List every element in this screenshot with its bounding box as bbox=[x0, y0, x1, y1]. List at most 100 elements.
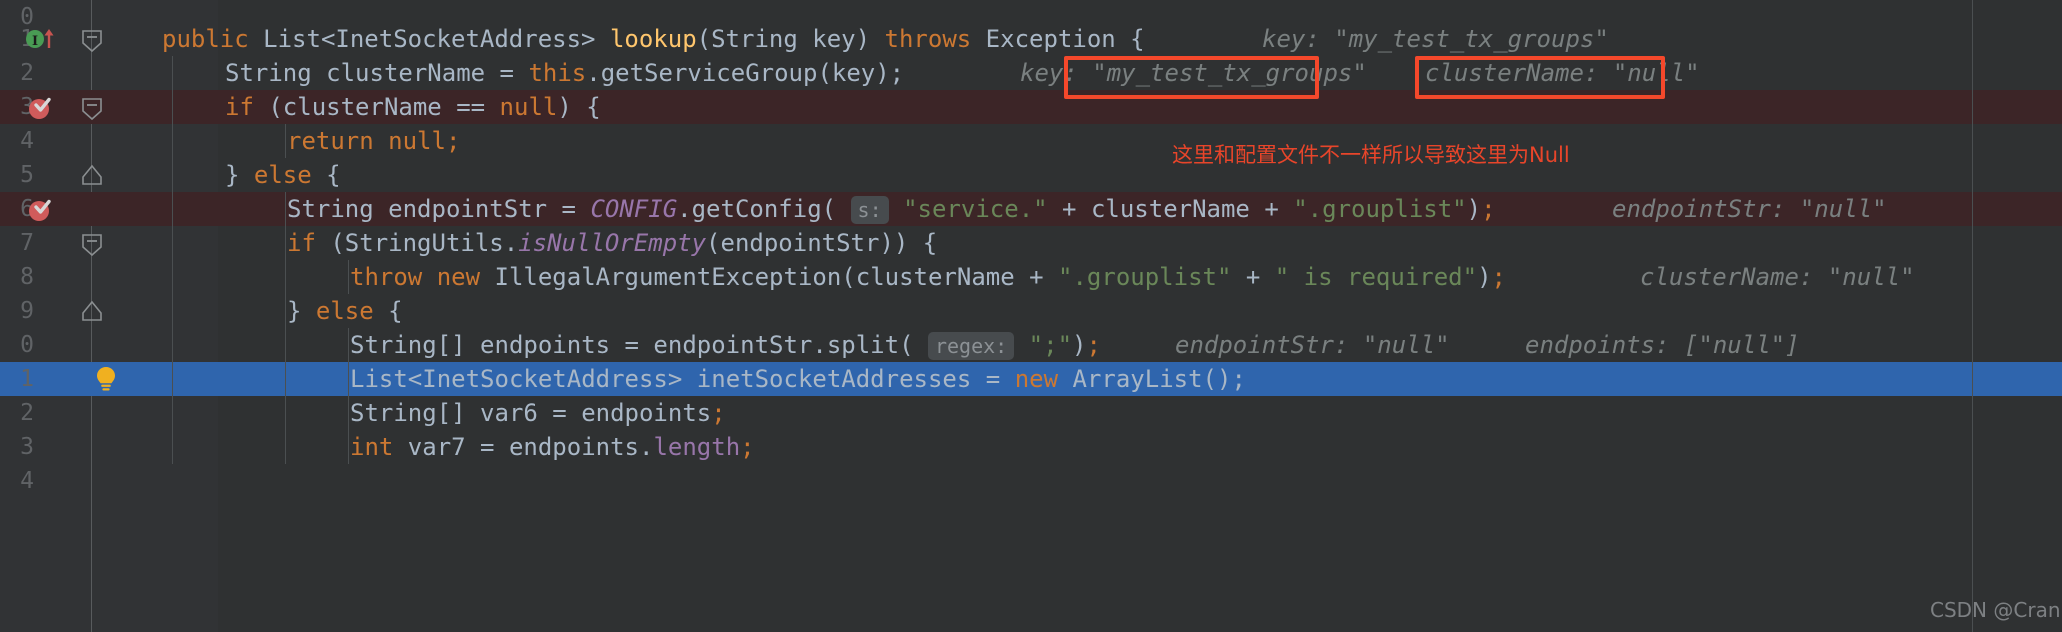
code-line[interactable]: 9 } else { bbox=[0, 294, 2062, 328]
code-text[interactable]: if (clusterName == null) { bbox=[225, 90, 601, 124]
code-line[interactable]: 1Ipublic List<InetSocketAddress> lookup(… bbox=[0, 22, 2062, 56]
indent-guide bbox=[285, 226, 286, 260]
code-token: Exception { bbox=[971, 25, 1145, 53]
code-line[interactable]: 3 if (clusterName == null) { bbox=[0, 90, 2062, 124]
inline-hint-value: "my_test_tx_groups" bbox=[1334, 25, 1609, 53]
code-line-background bbox=[0, 464, 2062, 498]
code-token: ; bbox=[445, 127, 461, 155]
code-token: (endpointStr)) { bbox=[706, 229, 938, 257]
code-token: List<InetSocketAddress> bbox=[263, 25, 596, 53]
implements-method-icon[interactable]: I bbox=[24, 22, 58, 56]
line-number: 1 bbox=[20, 366, 34, 392]
inline-hint-name: endpointStr: bbox=[1175, 331, 1349, 359]
code-text[interactable]: String[] var6 = endpoints; bbox=[350, 396, 726, 430]
code-token: key) bbox=[797, 25, 885, 53]
indent-guide bbox=[172, 158, 173, 192]
code-token: "service." bbox=[903, 195, 1048, 223]
code-token: throws bbox=[884, 25, 972, 53]
code-line[interactable]: 3 int var7 = endpoints.length; bbox=[0, 430, 2062, 464]
code-token: new bbox=[436, 263, 481, 291]
svg-text:I: I bbox=[32, 34, 38, 49]
code-line[interactable]: 5} else { bbox=[0, 158, 2062, 192]
code-line-background bbox=[0, 430, 2062, 464]
code-token: clusterName = bbox=[311, 59, 529, 87]
code-text[interactable]: public List<InetSocketAddress> lookup(St… bbox=[162, 22, 1145, 56]
code-token: endpointStr = bbox=[373, 195, 591, 223]
code-token: ";" bbox=[1028, 331, 1073, 359]
line-number: 7 bbox=[20, 230, 34, 256]
code-text[interactable]: String endpointStr = CONFIG.getConfig( s… bbox=[287, 192, 1496, 226]
code-text[interactable]: String clusterName = this.getServiceGrou… bbox=[225, 56, 904, 90]
code-line[interactable]: 8 throw new IllegalArgumentException(clus… bbox=[0, 260, 2062, 294]
indent-guide bbox=[285, 430, 286, 464]
code-text[interactable]: int var7 = endpoints.length; bbox=[350, 430, 755, 464]
indent-guide bbox=[285, 192, 286, 226]
inline-hint-value: "null" bbox=[1612, 59, 1700, 87]
code-line[interactable]: 2 String clusterName = this.getServiceGro… bbox=[0, 56, 2062, 90]
code-token: .getServiceGroup(key); bbox=[586, 59, 905, 87]
code-line[interactable]: 4 bbox=[0, 464, 2062, 498]
indent-guide bbox=[172, 328, 173, 362]
code-token: { bbox=[373, 297, 403, 325]
code-token: isNullOrEmpty bbox=[518, 229, 707, 257]
code-token: ; bbox=[740, 433, 755, 461]
inline-hint-name: endpoints: bbox=[1525, 331, 1670, 359]
inline-parameter-hint: clusterName: "null" bbox=[1425, 56, 1700, 90]
breakpoint-verified-icon[interactable] bbox=[24, 192, 58, 226]
code-text[interactable]: String[] endpoints = endpointStr.split( … bbox=[350, 328, 1101, 362]
inline-hint-value: ["null"] bbox=[1683, 331, 1800, 359]
indent-guide bbox=[285, 294, 286, 328]
code-token: null bbox=[499, 93, 558, 121]
indent-guide bbox=[172, 56, 173, 90]
inline-hint-name: clusterName: bbox=[1640, 263, 1814, 291]
code-token: int bbox=[350, 433, 394, 461]
code-token: ; bbox=[1481, 195, 1496, 223]
code-token: { bbox=[311, 161, 341, 189]
indent-guide bbox=[348, 430, 349, 464]
indent-guide bbox=[172, 260, 173, 294]
code-text[interactable]: if (StringUtils.isNullOrEmpty(endpointSt… bbox=[287, 226, 937, 260]
indent-guide bbox=[172, 294, 173, 328]
fold-region-end-icon[interactable] bbox=[79, 294, 105, 328]
code-token: (clusterName == bbox=[253, 93, 500, 121]
code-token: " is required" bbox=[1274, 263, 1478, 291]
code-token: throw bbox=[350, 263, 423, 291]
code-token: + bbox=[1231, 263, 1275, 291]
code-text[interactable]: } else { bbox=[287, 294, 403, 328]
code-text[interactable]: return null; bbox=[287, 124, 460, 158]
inline-hint-name: clusterName: bbox=[1425, 59, 1599, 87]
lightbulb-icon[interactable] bbox=[88, 362, 124, 396]
code-line[interactable]: 2 String[] var6 = endpoints; bbox=[0, 396, 2062, 430]
code-line[interactable]: 1 List<InetSocketAddress> inetSocketAddre… bbox=[0, 362, 2062, 396]
fold-collapse-icon[interactable] bbox=[79, 226, 105, 260]
fold-collapse-icon[interactable] bbox=[79, 90, 105, 124]
code-token: var6 = endpoints bbox=[465, 399, 712, 427]
inline-hint-value: "null" bbox=[1362, 331, 1450, 359]
code-line[interactable]: 6 String endpointStr = CONFIG.getConfig( … bbox=[0, 192, 2062, 226]
code-token: ".grouplist" bbox=[1293, 195, 1467, 223]
fold-region-end-icon[interactable] bbox=[79, 158, 105, 192]
code-token: IllegalArgumentException(clusterName + bbox=[480, 263, 1059, 291]
fold-collapse-icon[interactable] bbox=[79, 22, 105, 56]
line-number: 9 bbox=[20, 298, 34, 324]
watermark-label: CSDN @CrankyKoi bbox=[1930, 598, 2062, 622]
code-text[interactable]: List<InetSocketAddress> inetSocketAddres… bbox=[350, 362, 1246, 396]
code-line[interactable]: 4 return null; bbox=[0, 124, 2062, 158]
indent-guide bbox=[172, 192, 173, 226]
line-number: 0 bbox=[20, 332, 34, 358]
indent-guide bbox=[285, 396, 286, 430]
parameter-hint-badge: regex: bbox=[927, 332, 1015, 360]
code-text[interactable]: } else { bbox=[225, 158, 341, 192]
code-token: lookup bbox=[609, 25, 697, 53]
code-token: ; bbox=[1086, 331, 1101, 359]
code-line[interactable]: 7 if (StringUtils.isNullOrEmpty(endpointS… bbox=[0, 226, 2062, 260]
breakpoint-verified-icon[interactable] bbox=[24, 90, 58, 124]
code-token: String[] bbox=[350, 399, 466, 427]
indent-guide bbox=[285, 362, 286, 396]
code-text[interactable]: throw new IllegalArgumentException(clust… bbox=[350, 260, 1506, 294]
line-number: 4 bbox=[20, 128, 34, 154]
code-line[interactable]: 0 String[] endpoints = endpointStr.split(… bbox=[0, 328, 2062, 362]
code-token: String bbox=[711, 25, 798, 53]
